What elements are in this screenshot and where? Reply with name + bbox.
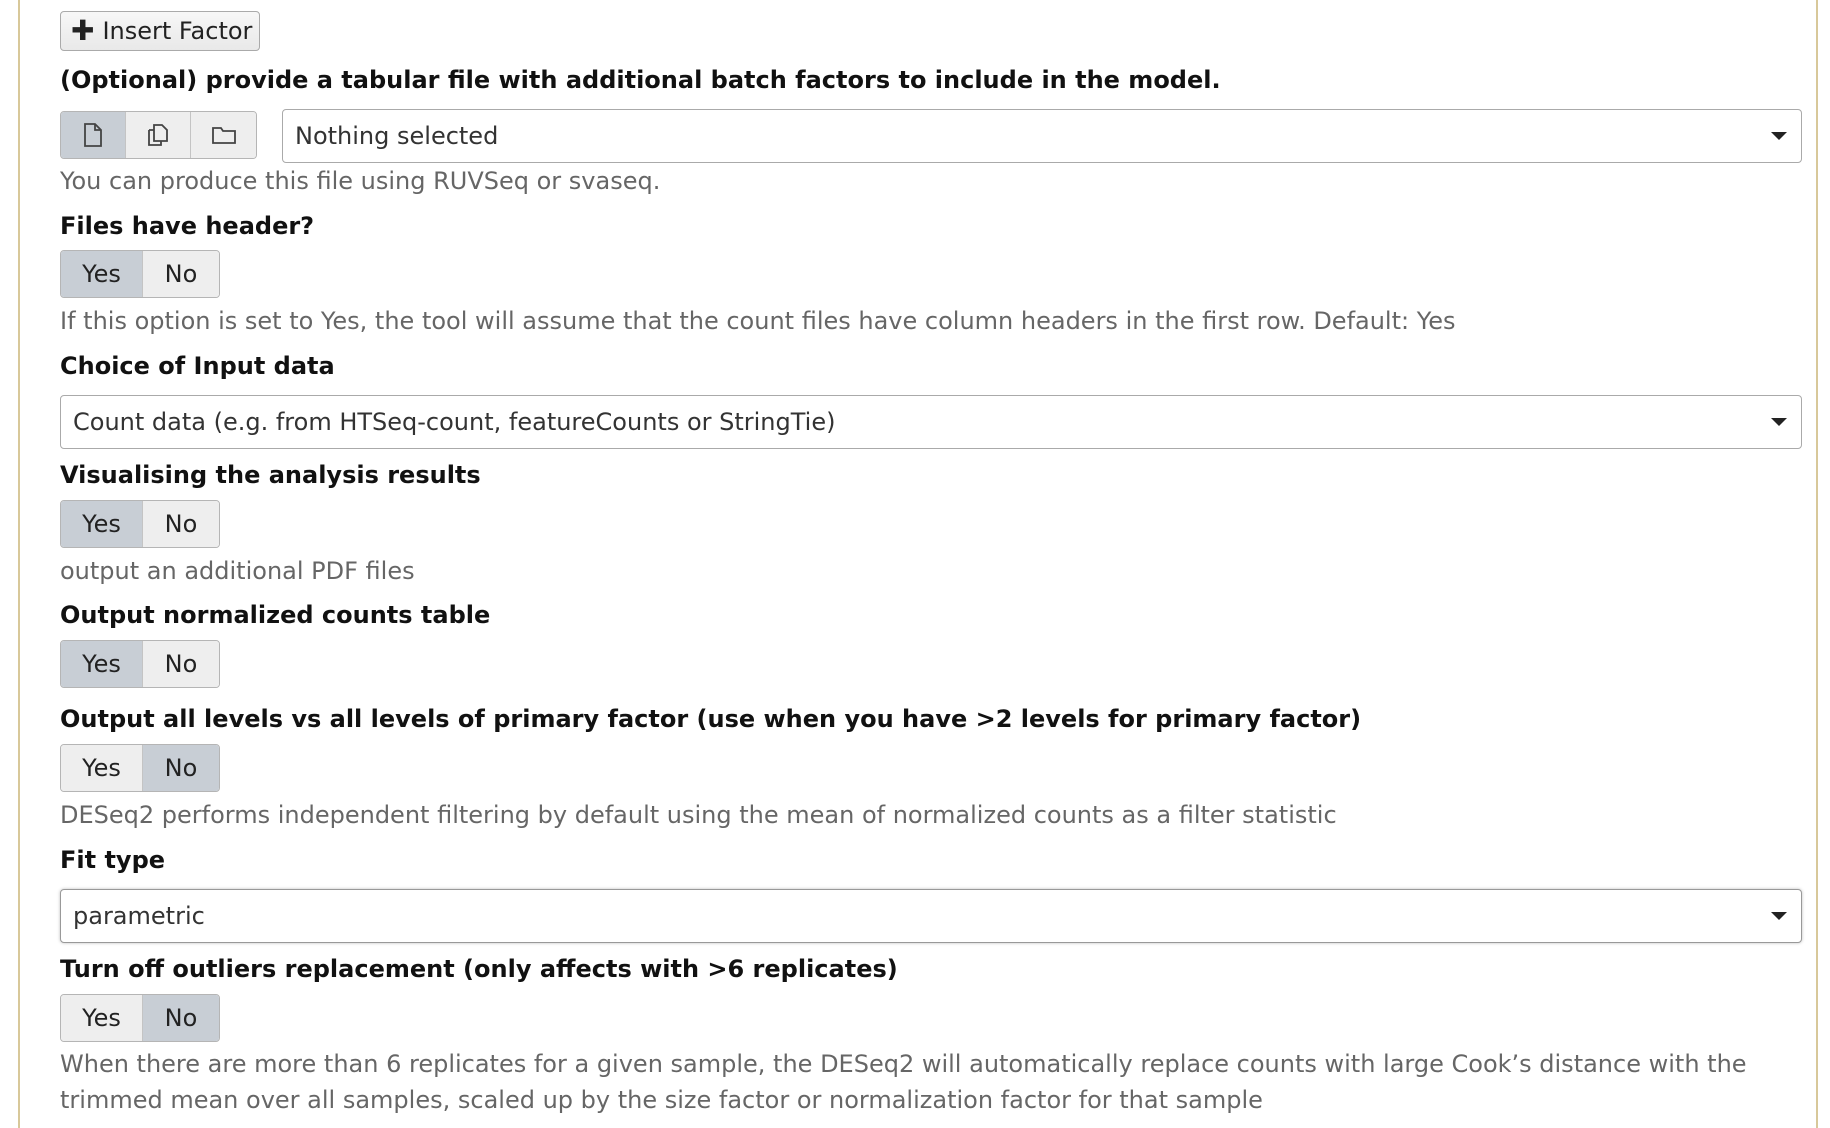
all-levels-help: DESeq2 performs independent filtering by… xyxy=(60,801,1337,829)
multiple-files-icon xyxy=(148,124,168,146)
batch-factors-label: (Optional) provide a tabular file with a… xyxy=(60,66,1221,94)
files-have-header-label: Files have header? xyxy=(60,212,315,240)
visualising-no[interactable]: No xyxy=(143,501,219,547)
chevron-down-icon xyxy=(1771,132,1787,140)
files-have-header-help: If this option is set to Yes, the tool w… xyxy=(60,307,1456,335)
outliers-no[interactable]: No xyxy=(143,995,219,1041)
normalized-counts-no[interactable]: No xyxy=(143,641,219,687)
batch-factors-select-value: Nothing selected xyxy=(295,122,499,150)
fit-type-label: Fit type xyxy=(60,846,166,874)
visualising-yes[interactable]: Yes xyxy=(61,501,143,547)
fit-type-select[interactable]: parametric xyxy=(60,889,1802,943)
batch-factors-select[interactable]: Nothing selected xyxy=(282,109,1802,163)
normalized-counts-toggle: Yes No xyxy=(60,640,220,688)
outliers-yes[interactable]: Yes xyxy=(61,995,143,1041)
outliers-label: Turn off outliers replacement (only affe… xyxy=(60,955,898,983)
normalized-counts-yes[interactable]: Yes xyxy=(61,641,143,687)
chevron-down-icon xyxy=(1771,418,1787,426)
files-have-header-toggle: Yes No xyxy=(60,250,220,298)
outliers-toggle: Yes No xyxy=(60,994,220,1042)
visualising-label: Visualising the analysis results xyxy=(60,461,481,489)
tool-form-panel: ✚ Insert Factor (Optional) provide a tab… xyxy=(18,0,1818,1128)
single-file-icon xyxy=(84,123,102,147)
input-data-select[interactable]: Count data (e.g. from HTSeq-count, featu… xyxy=(60,395,1802,449)
input-data-select-value: Count data (e.g. from HTSeq-count, featu… xyxy=(73,408,836,436)
single-dataset-button[interactable] xyxy=(61,112,126,158)
all-levels-no[interactable]: No xyxy=(143,745,219,791)
normalized-counts-label: Output normalized counts table xyxy=(60,601,491,629)
files-have-header-no[interactable]: No xyxy=(143,251,219,297)
visualising-help: output an additional PDF files xyxy=(60,557,415,585)
input-data-label: Choice of Input data xyxy=(60,352,335,380)
insert-factor-label: Insert Factor xyxy=(102,17,253,45)
multiple-datasets-button[interactable] xyxy=(126,112,191,158)
files-have-header-yes[interactable]: Yes xyxy=(61,251,143,297)
chevron-down-icon xyxy=(1771,912,1787,920)
plus-icon: ✚ xyxy=(71,14,95,47)
file-mode-button-group xyxy=(60,111,257,159)
outliers-help: When there are more than 6 replicates fo… xyxy=(60,1050,1747,1114)
all-levels-toggle: Yes No xyxy=(60,744,220,792)
folder-icon xyxy=(211,127,236,144)
insert-factor-button[interactable]: ✚ Insert Factor xyxy=(60,11,260,51)
fit-type-select-value: parametric xyxy=(73,902,205,930)
dataset-collection-button[interactable] xyxy=(191,112,256,158)
all-levels-label: Output all levels vs all levels of prima… xyxy=(60,705,1362,733)
all-levels-yes[interactable]: Yes xyxy=(61,745,143,791)
batch-factors-help: You can produce this file using RUVSeq o… xyxy=(60,167,661,195)
visualising-toggle: Yes No xyxy=(60,500,220,548)
